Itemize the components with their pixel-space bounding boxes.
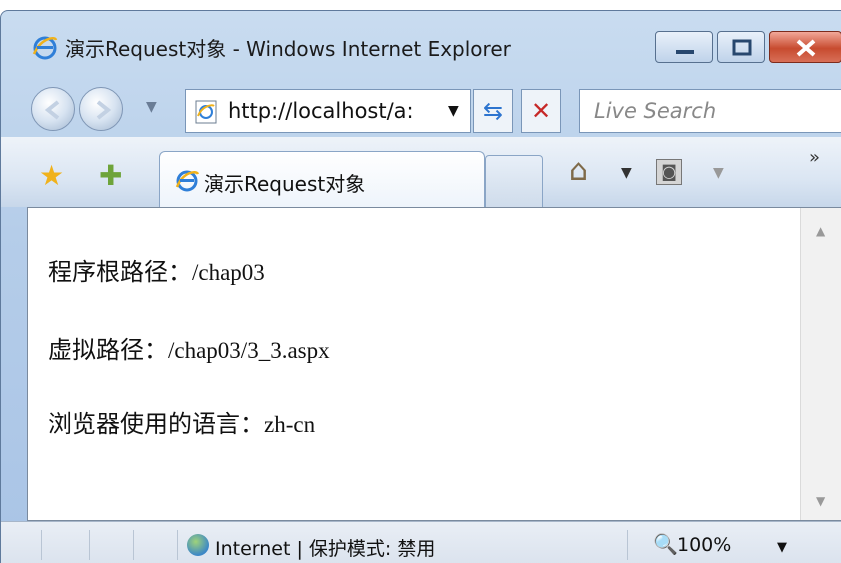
scroll-up-arrow-icon[interactable]: ▲ xyxy=(816,224,825,238)
tab-active[interactable]: 演示Request对象 xyxy=(159,151,485,207)
window-title: 演示Request对象 - Windows Internet Explorer xyxy=(65,37,511,61)
language-label: 浏览器使用的语言： xyxy=(48,410,264,438)
new-tab-button[interactable] xyxy=(485,155,543,207)
status-divider xyxy=(627,530,628,560)
feeds-dropdown[interactable]: ▼ xyxy=(713,165,724,181)
page-content: 程序根路径：/chap03 虚拟路径：/chap03/3_3.aspx 浏览器使… xyxy=(27,207,841,521)
history-dropdown[interactable]: ▼ xyxy=(146,99,157,115)
virtual-path-value: /chap03/3_3.aspx xyxy=(168,338,330,363)
tab-title: 演示Request对象 xyxy=(204,172,366,196)
back-button[interactable] xyxy=(31,87,75,131)
search-input[interactable]: Live Search xyxy=(594,99,716,123)
close-button[interactable] xyxy=(769,31,841,63)
home-icon[interactable]: ⌂ xyxy=(569,153,588,188)
tab-bar: ★ ✚ 演示Request对象 ⌂ ▼ ◙ ▼ » xyxy=(1,137,841,207)
status-bar: Internet | 保护模式: 禁用 🔍 100% ▼ xyxy=(1,521,841,563)
root-path-line: 程序根路径：/chap03 xyxy=(48,252,265,287)
more-tools-chevron-icon[interactable]: » xyxy=(809,147,820,168)
page-icon xyxy=(195,100,217,124)
minimize-icon xyxy=(676,50,694,54)
close-icon xyxy=(796,39,816,57)
address-input[interactable]: http://localhost/a: xyxy=(228,99,446,123)
search-box[interactable]: Live Search xyxy=(579,89,841,133)
status-divider xyxy=(41,530,42,560)
refresh-button[interactable]: ⇆ xyxy=(473,89,513,133)
vertical-scrollbar[interactable]: ▲ ▼ xyxy=(800,208,841,520)
zoom-icon: 🔍 xyxy=(653,532,678,556)
forward-arrow-icon xyxy=(96,100,112,120)
stop-button[interactable]: ✕ xyxy=(521,89,561,133)
ie-logo-icon xyxy=(32,36,58,60)
virtual-path-line: 虚拟路径：/chap03/3_3.aspx xyxy=(48,330,330,365)
root-path-label: 程序根路径： xyxy=(48,258,192,286)
language-line: 浏览器使用的语言：zh-cn xyxy=(48,404,315,439)
add-favorites-icon[interactable]: ✚ xyxy=(99,159,122,192)
zoom-level[interactable]: 100% xyxy=(677,534,731,556)
address-bar[interactable]: http://localhost/a: ▼ xyxy=(185,89,471,133)
home-dropdown[interactable]: ▼ xyxy=(621,165,632,181)
ie-logo-icon xyxy=(175,170,200,192)
navigation-bar: ▼ http://localhost/a: ▼ ⇆ ✕ Live Search xyxy=(1,77,841,137)
status-divider xyxy=(89,530,90,560)
scroll-down-arrow-icon[interactable]: ▼ xyxy=(816,494,825,508)
star-icon[interactable]: ★ xyxy=(39,159,64,192)
browser-window: 演示Request对象 - Windows Internet Explorer … xyxy=(0,10,841,563)
address-dropdown[interactable]: ▼ xyxy=(448,103,459,119)
back-arrow-icon xyxy=(44,100,60,120)
root-path-value: /chap03 xyxy=(192,260,265,285)
maximize-icon xyxy=(732,39,752,56)
maximize-button[interactable] xyxy=(717,31,765,63)
stop-icon: ✕ xyxy=(530,97,552,125)
minimize-button[interactable] xyxy=(655,31,713,63)
globe-icon xyxy=(187,534,209,556)
virtual-path-label: 虚拟路径： xyxy=(48,336,168,364)
security-zone[interactable]: Internet | 保护模式: 禁用 xyxy=(215,534,435,561)
status-divider xyxy=(133,530,134,560)
refresh-icon: ⇆ xyxy=(482,97,504,125)
language-value: zh-cn xyxy=(264,412,316,437)
status-divider xyxy=(177,530,178,560)
forward-button[interactable] xyxy=(79,87,123,131)
title-bar: 演示Request对象 - Windows Internet Explorer xyxy=(1,11,841,77)
rss-feed-icon[interactable]: ◙ xyxy=(656,159,682,185)
zoom-dropdown[interactable]: ▼ xyxy=(777,540,787,555)
